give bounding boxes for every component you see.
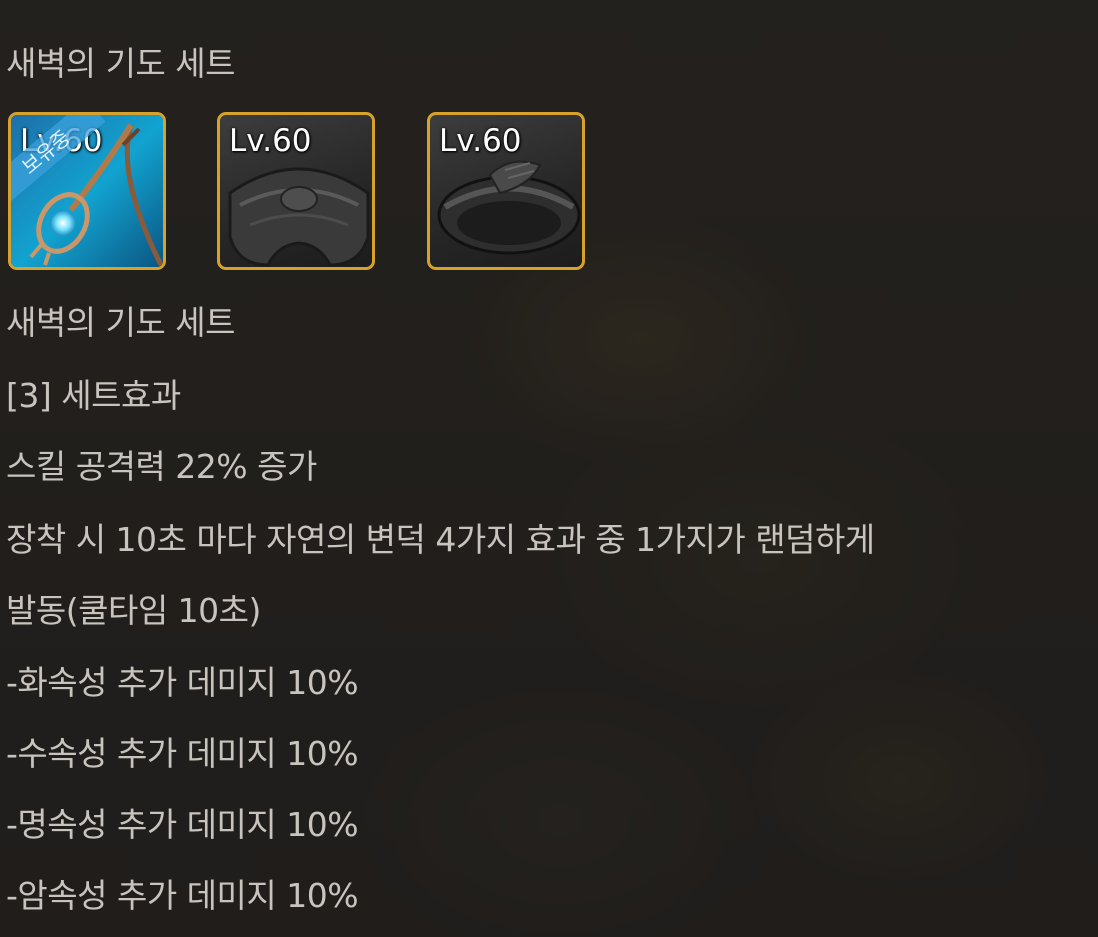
- set-effect-line: 스킬 공격력 22% 증가: [6, 447, 317, 486]
- item-level: Lv.60: [229, 123, 312, 159]
- set-tooltip-panel: 새벽의 기도 세트 보유중 Lv.60 Lv.60 새벽의 기도 세트 [3] …: [0, 0, 1098, 937]
- set-header-title: 새벽의 기도 세트: [6, 44, 236, 83]
- set-effect-line: -명속성 추가 데미지 10%: [6, 805, 359, 844]
- item-slot-ring[interactable]: Lv.60: [217, 112, 375, 270]
- item-slot-bracelet[interactable]: Lv.60: [427, 112, 585, 270]
- set-effect-line: -화속성 추가 데미지 10%: [6, 663, 359, 702]
- set-effect-header: [3] 세트효과: [6, 376, 181, 415]
- set-effect-line: 장착 시 10초 마다 자연의 변덕 4가지 효과 중 1가지가 랜덤하게: [6, 520, 875, 559]
- set-effect-line: -암속성 추가 데미지 10%: [6, 876, 359, 915]
- set-effect-line: 발동(쿨타임 10초): [6, 591, 261, 630]
- set-name: 새벽의 기도 세트: [6, 303, 236, 342]
- item-slot-staff[interactable]: 보유중 Lv.60: [8, 112, 166, 270]
- item-level: Lv.60: [439, 123, 522, 159]
- set-effect-line: -수속성 추가 데미지 10%: [6, 734, 359, 773]
